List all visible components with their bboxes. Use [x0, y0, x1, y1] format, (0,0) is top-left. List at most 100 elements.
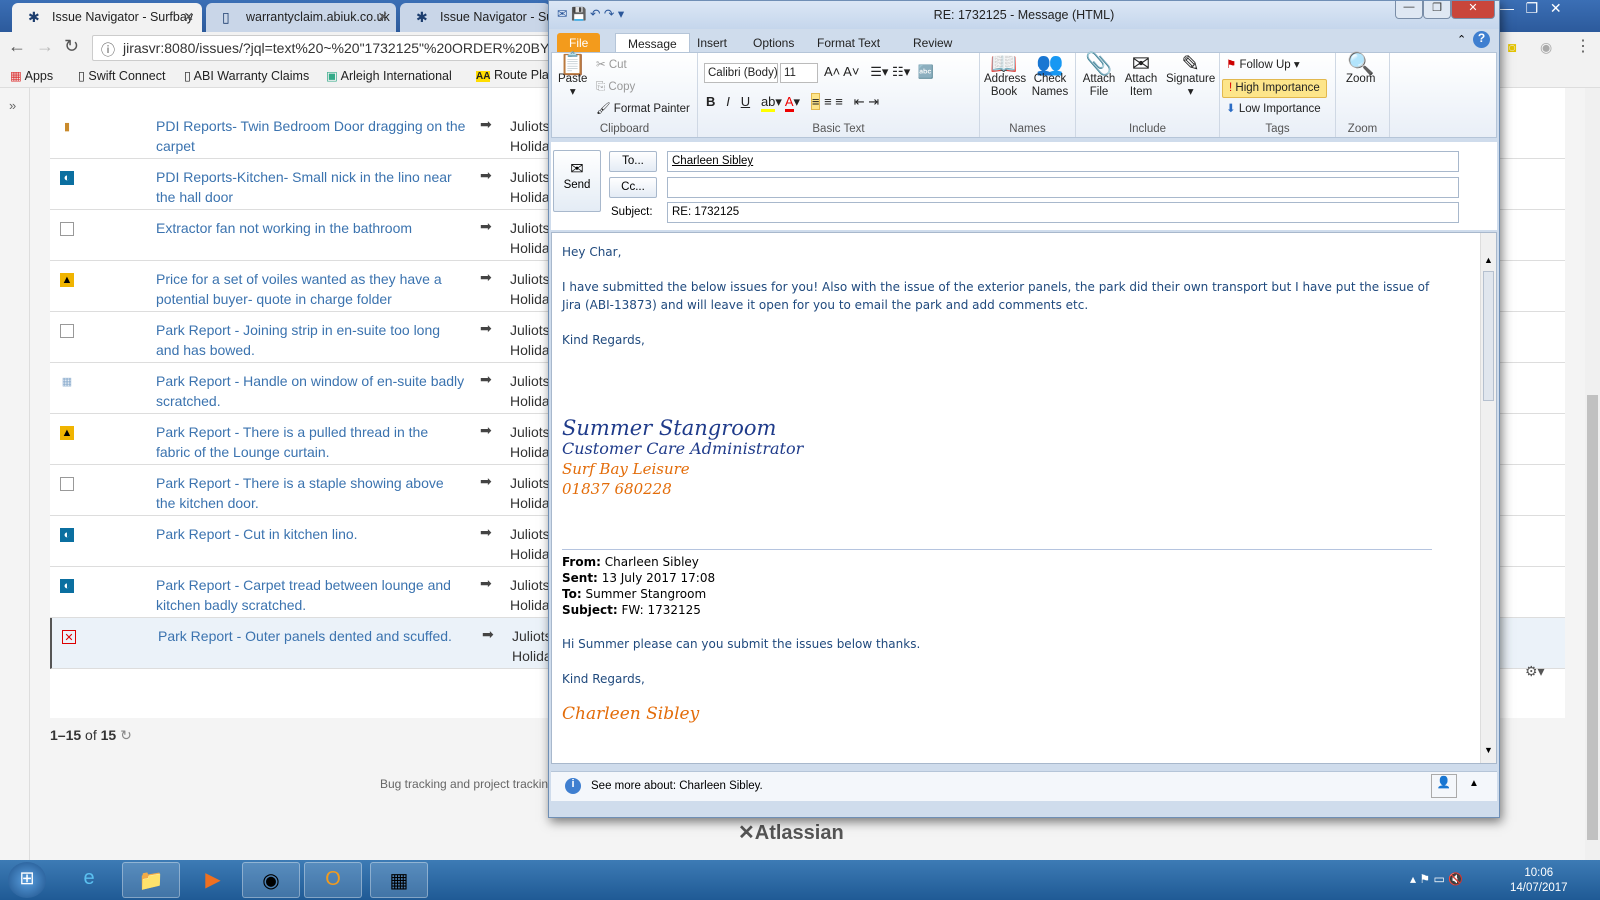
clock[interactable]: 10:06 14/07/2017 [1510, 866, 1568, 896]
expand-pane-icon[interactable]: ▲ [1469, 778, 1479, 789]
body-scrollbar[interactable]: ▼ ▲ [1480, 233, 1496, 763]
issue-title-link[interactable]: Park Report - Outer panels dented and sc… [158, 626, 468, 646]
message-body[interactable]: Hey Char, I have submitted the below iss… [562, 243, 1432, 723]
high-importance-button[interactable]: ! High Importance [1222, 79, 1327, 98]
issue-title-link[interactable]: Park Report - There is a staple showing … [156, 473, 466, 513]
subject-field[interactable]: RE: 1732125 [667, 202, 1459, 223]
address-book-button[interactable]: 📖 Address Book [984, 51, 1026, 99]
arrow-right-icon: ➡ [480, 269, 492, 285]
browser-tab-warranty[interactable]: ▯ warrantyclaim.abiuk.co.uk ✕ [206, 3, 396, 32]
gear-icon[interactable]: ⚙▾ [1525, 663, 1545, 680]
attach-file-button[interactable]: 📎 Attach File [1080, 53, 1118, 99]
people-pane: i See more about: Charleen Sibley. 👤 ▲ [551, 771, 1497, 801]
cc-field[interactable] [667, 177, 1459, 198]
grid-icon: ▦ [61, 376, 73, 388]
close-tab-icon[interactable]: ✕ [184, 9, 194, 24]
tab-file[interactable]: File [557, 33, 601, 53]
close-tab-icon[interactable]: ✕ [378, 9, 388, 24]
issue-title-link[interactable]: PDI Reports-Kitchen- Small nick in the l… [156, 167, 466, 207]
forwarded-header: From: Charleen Sibley Sent: 13 July 2017… [562, 549, 1432, 618]
start-button[interactable]: ⊞ [8, 862, 46, 898]
signature-button[interactable]: ✎ Signature ▾ [1166, 53, 1215, 99]
address-book-icon: 📖 [990, 51, 1018, 76]
forward-icon[interactable]: → [36, 36, 54, 57]
to-button[interactable]: To... [609, 151, 657, 172]
explorer-icon[interactable]: 📁 [122, 862, 180, 898]
address-bar[interactable]: ⓘ jirasvr:8080/issues/?jql=text%20~%20"17… [92, 35, 612, 61]
tab-message[interactable]: Message [615, 33, 690, 53]
group-clipboard: 📋 Paste ▾ ✂ Cut ⎘ Copy 🖌 Format Painter Cl… [552, 53, 698, 137]
message-body-editor[interactable]: Hey Char, I have submitted the below iss… [551, 232, 1497, 764]
help-icon[interactable]: ? [1473, 31, 1490, 48]
close-button[interactable]: ✕ [1451, 1, 1495, 19]
tab-options[interactable]: Options [741, 33, 806, 53]
collapse-ribbon-icon[interactable]: ⌃ [1457, 33, 1466, 46]
chrome-icon[interactable]: ◉ [242, 862, 300, 898]
ie-icon[interactable]: e [60, 862, 118, 898]
body-scrollbar-thumb[interactable] [1483, 271, 1494, 401]
copy-button[interactable]: ⎘ Copy [596, 81, 635, 94]
page-scrollbar-thumb[interactable] [1587, 395, 1598, 840]
grow-shrink-font-icons[interactable]: A˄ A˅ ☰▾ ☷▾ 🔤 [824, 65, 934, 78]
group-basic-text: Calibri (Body) 11 A˄ A˅ ☰▾ ☷▾ 🔤 B I U ab… [698, 53, 980, 137]
media-player-icon[interactable]: ▶ [184, 862, 242, 898]
tab-insert[interactable]: Insert [685, 33, 739, 53]
outlook-icon[interactable]: O [304, 862, 362, 898]
format-painter-button[interactable]: 🖌 Format Painter [596, 103, 690, 116]
to-field[interactable]: Charleen Sibley [667, 151, 1459, 172]
app-grid-icon[interactable]: ▦ [370, 862, 428, 898]
browser-tab-issue-navigator-2[interactable]: ✱Issue Navigator - Surfbay [400, 3, 550, 32]
c-icon: ◐ [60, 171, 74, 185]
outlook-message-window: ✉ 💾 ↶ ↷ ▾ RE: 1732125 - Message (HTML) —… [548, 0, 1500, 818]
follow-up-button[interactable]: ⚑ Follow Up ▾ [1226, 59, 1300, 72]
low-importance-button[interactable]: ⬇ Low Importance [1226, 103, 1321, 116]
bookmark-abi-warranty[interactable]: ▯ ABI Warranty Claims [184, 68, 309, 83]
scroll-down-icon[interactable]: ▼ [1484, 745, 1493, 755]
maximize-button[interactable]: ❐ [1423, 1, 1451, 19]
extension-icon[interactable]: ◉ [1540, 39, 1552, 56]
format-buttons[interactable]: B I U ab▾ A▾ ≡ ≡ ≡ ⇤ ⇥ [706, 93, 879, 112]
group-zoom: 🔍 Zoom Zoom [1336, 53, 1390, 137]
contact-avatar[interactable]: 👤 [1431, 774, 1457, 798]
checkbox-icon [60, 222, 74, 236]
refresh-icon[interactable]: ↻ [120, 727, 132, 743]
issue-title-link[interactable]: Park Report - Carpet tread between loung… [156, 575, 466, 615]
issue-title-link[interactable]: Extractor fan not working in the bathroo… [156, 218, 466, 238]
menu-icon[interactable]: ⋮ [1575, 36, 1591, 56]
browser-tab-issue-navigator[interactable]: ✱ Issue Navigator - Surfbay ✕ [12, 3, 202, 32]
font-select[interactable]: Calibri (Body) [704, 63, 778, 83]
scroll-up-icon[interactable]: ▲ [1484, 255, 1493, 265]
issue-title-link[interactable]: Price for a set of voiles wanted as they… [156, 269, 466, 309]
check-names-button[interactable]: 👥 Check Names [1030, 53, 1070, 99]
arrow-right-icon: ➡ [480, 473, 492, 489]
issue-title-link[interactable]: Park Report - There is a pulled thread i… [156, 422, 466, 462]
issue-title-link[interactable]: Park Report - Cut in kitchen lino. [156, 524, 466, 544]
expand-sidebar-icon[interactable]: » [9, 98, 16, 113]
issue-title-link[interactable]: Park Report - Handle on window of en-sui… [156, 371, 466, 411]
bookmark-apps[interactable]: ▦ Apps [10, 68, 53, 83]
bookmark-arleigh[interactable]: ▣ Arleigh International [326, 68, 452, 83]
zoom-button[interactable]: 🔍 Zoom [1346, 53, 1375, 86]
tab-format-text[interactable]: Format Text [805, 33, 892, 53]
paste-button[interactable]: 📋 Paste ▾ [558, 51, 587, 99]
bookmark-swift-connect[interactable]: ▯ Swift Connect [78, 68, 165, 83]
issue-title-link[interactable]: PDI Reports- Twin Bedroom Door dragging … [156, 116, 466, 156]
clipboard-icon: 📋 [559, 51, 587, 76]
system-tray-icons[interactable]: ▴ ⚑ ▭ 🔇 [1410, 872, 1463, 886]
font-size-select[interactable]: 11 [780, 63, 818, 83]
tab-review[interactable]: Review [901, 33, 964, 53]
reload-icon[interactable]: ↻ [64, 36, 79, 57]
cc-button[interactable]: Cc... [609, 177, 657, 198]
attach-item-button[interactable]: ✉ Attach Item [1122, 53, 1160, 99]
quick-access-icons[interactable]: ✉ 💾 ↶ ↷ ▾ [557, 6, 624, 22]
atlassian-logo: ✕Atlassian [738, 822, 844, 844]
cut-button[interactable]: ✂ Cut [596, 59, 627, 72]
back-icon[interactable]: ← [8, 36, 26, 57]
browser-window-controls[interactable]: — ❐ ✕ [1500, 0, 1562, 17]
issue-title-link[interactable]: Park Report - Joining strip in en-suite … [156, 320, 466, 360]
norton-icon[interactable]: ◙ [1508, 39, 1516, 55]
see-more-link[interactable]: See more about: Charleen Sibley. [591, 780, 763, 792]
arrow-right-icon: ➡ [480, 167, 492, 183]
send-button[interactable]: ✉ Send [553, 150, 601, 212]
minimize-button[interactable]: — [1395, 1, 1423, 19]
